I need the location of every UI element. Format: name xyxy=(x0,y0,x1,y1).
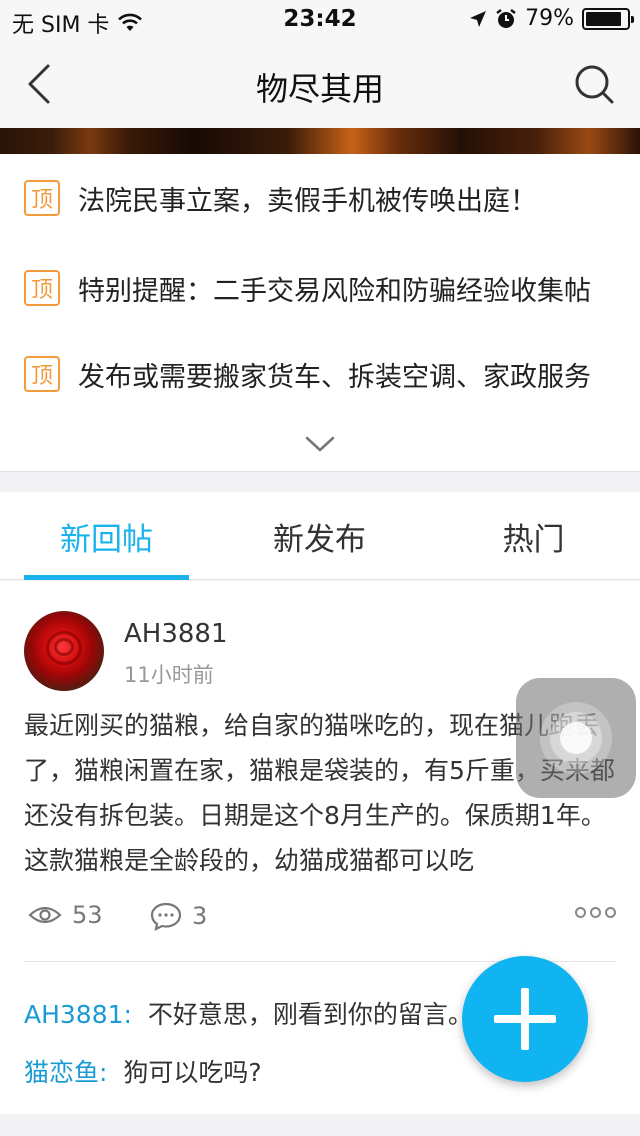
search-icon[interactable] xyxy=(570,60,618,108)
comment-icon xyxy=(150,902,182,931)
more-dot xyxy=(605,907,616,918)
reply-author[interactable]: 猫恋鱼 xyxy=(24,1058,99,1087)
status-bar: 无 SIM 卡 23:42 79% xyxy=(0,0,640,40)
alarm-icon xyxy=(496,8,516,28)
views-stat: 53 xyxy=(28,901,103,929)
reply-author[interactable]: AH3881 xyxy=(24,1000,124,1029)
reply-item[interactable]: 猫恋鱼: 狗可以吃吗? xyxy=(24,1053,262,1089)
eye-icon xyxy=(28,906,62,924)
reply-text: 不好意思，刚看到你的留言。 xyxy=(147,1000,473,1029)
more-dot xyxy=(590,907,601,918)
tab-new-posts[interactable]: 新发布 xyxy=(213,492,426,580)
new-post-button[interactable] xyxy=(462,956,588,1082)
banner-image[interactable] xyxy=(0,128,640,154)
pinned-item-title: 发布或需要搬家货车、拆装空调、家政服务 xyxy=(78,361,591,393)
reply-separator: : xyxy=(99,1058,108,1087)
page-title: 物尽其用 xyxy=(255,70,384,108)
more-options-icon[interactable] xyxy=(575,907,616,918)
reply-separator: : xyxy=(123,1000,132,1029)
pinned-item[interactable]: 顶 特别提醒：二手交易风险和防骗经验收集帖 xyxy=(0,258,640,318)
tab-active-indicator xyxy=(24,575,189,580)
pinned-list: 顶 法院民事立案，卖假手机被传唤出庭！ 顶 特别提醒：二手交易风险和防骗经验收集… xyxy=(0,154,640,472)
comments-count: 3 xyxy=(192,902,208,930)
location-arrow-icon xyxy=(470,10,487,27)
status-right: 79% xyxy=(469,6,634,31)
pinned-badge: 顶 xyxy=(24,356,60,392)
chevron-down-icon[interactable] xyxy=(304,432,336,456)
tab-hot[interactable]: 热门 xyxy=(427,492,640,580)
reply-item[interactable]: AH3881: 不好意思，刚看到你的留言。 xyxy=(24,995,473,1031)
battery-icon xyxy=(582,7,634,30)
nav-bar: 物尽其用 xyxy=(0,40,640,128)
assistive-touch-button[interactable] xyxy=(516,678,636,798)
pinned-badge: 顶 xyxy=(24,270,60,306)
pinned-item[interactable]: 顶 发布或需要搬家货车、拆装空调、家政服务 xyxy=(0,344,640,404)
avatar[interactable] xyxy=(24,611,104,691)
assistive-ring xyxy=(560,722,592,754)
pinned-item[interactable]: 顶 法院民事立案，卖假手机被传唤出庭！ xyxy=(0,168,640,228)
pinned-item-title: 特别提醒：二手交易风险和防骗经验收集帖 xyxy=(78,275,591,307)
battery-fill xyxy=(586,11,621,26)
pinned-badge: 顶 xyxy=(24,180,60,216)
comments-stat[interactable]: 3 xyxy=(150,901,207,931)
more-dot xyxy=(575,907,586,918)
post-author[interactable]: AH3881 xyxy=(124,619,228,649)
post-time: 11小时前 xyxy=(124,663,214,687)
tab-bar: 新回帖 新发布 热门 xyxy=(0,492,640,580)
reply-text: 狗可以吃吗? xyxy=(123,1058,262,1087)
avatar-rose-petal xyxy=(54,638,74,656)
tab-new-replies[interactable]: 新回帖 xyxy=(0,492,213,580)
battery-percent: 79% xyxy=(525,6,574,31)
plus-icon xyxy=(521,988,529,1050)
post-stats: 53 3 xyxy=(24,901,616,941)
battery-tip xyxy=(631,15,634,23)
views-count: 53 xyxy=(72,901,103,929)
pinned-item-title: 法院民事立案，卖假手机被传唤出庭！ xyxy=(78,185,537,217)
